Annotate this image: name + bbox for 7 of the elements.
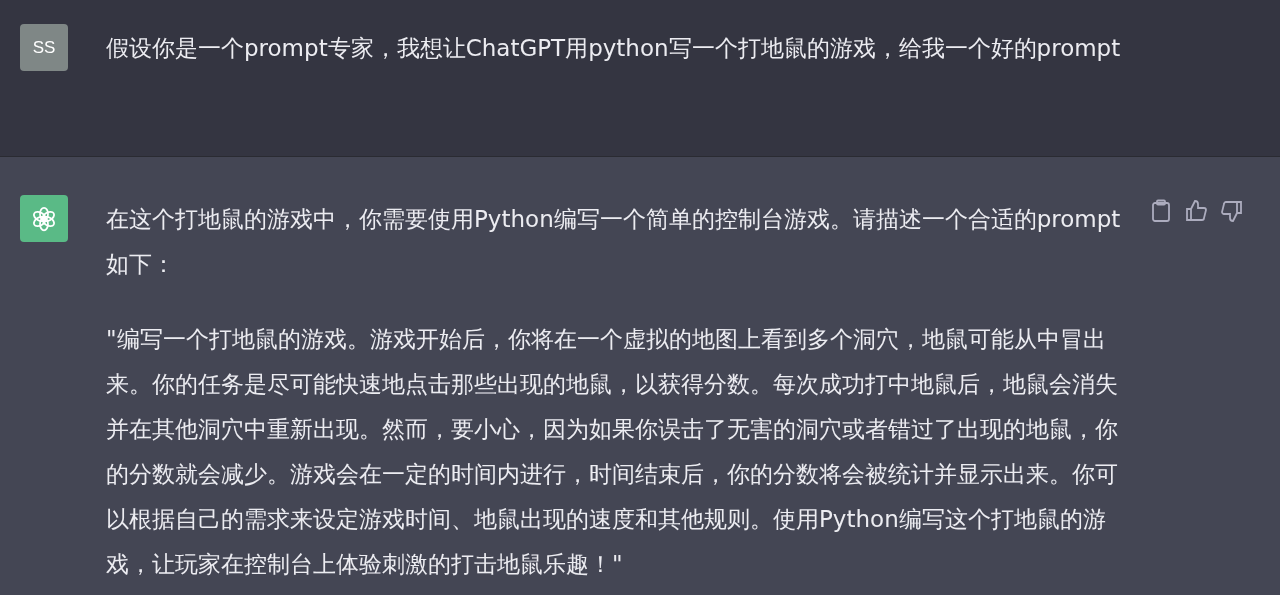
thumbs-down-icon[interactable] <box>1220 199 1244 223</box>
message-text: 在这个打地鼠的游戏中，你需要使用Python编写一个简单的控制台游戏。请描述一个合适的prompt如下： <box>106 205 1122 279</box>
clipboard-icon[interactable] <box>1150 199 1172 223</box>
user-avatar: SS <box>20 24 68 71</box>
message-text: 假设你是一个prompt专家，我想让ChatGPT用python写一个打地鼠的游戏，给我一个好的prompt <box>106 34 1122 63</box>
thumbs-up-icon[interactable] <box>1184 199 1208 223</box>
message-text: "编写一个打地鼠的游戏。游戏开始后，你将在一个虚拟的地图上看到多个洞穴，地鼠可能从中冒出来。你的任务是尽可能快速地点击那些出现的地鼠，以获得分数。每次成功打中地鼠后，地鼠会消失并在其他洞穴中重新出现。然而，要小心，因为如果你误击了无害的洞穴或者错过了出现的地鼠，你的分数就会减少。游戏会在一定的时间内进行，时间结束后，你的分数将会被统计并显示出来。你可以根据自己的需求来设定游戏时间、地鼠出现的速度和其他规则。使用Python编写这个打地鼠的游戏，让玩家在控制台上体验刺激的打击地鼠乐趣！" <box>106 325 1119 579</box>
